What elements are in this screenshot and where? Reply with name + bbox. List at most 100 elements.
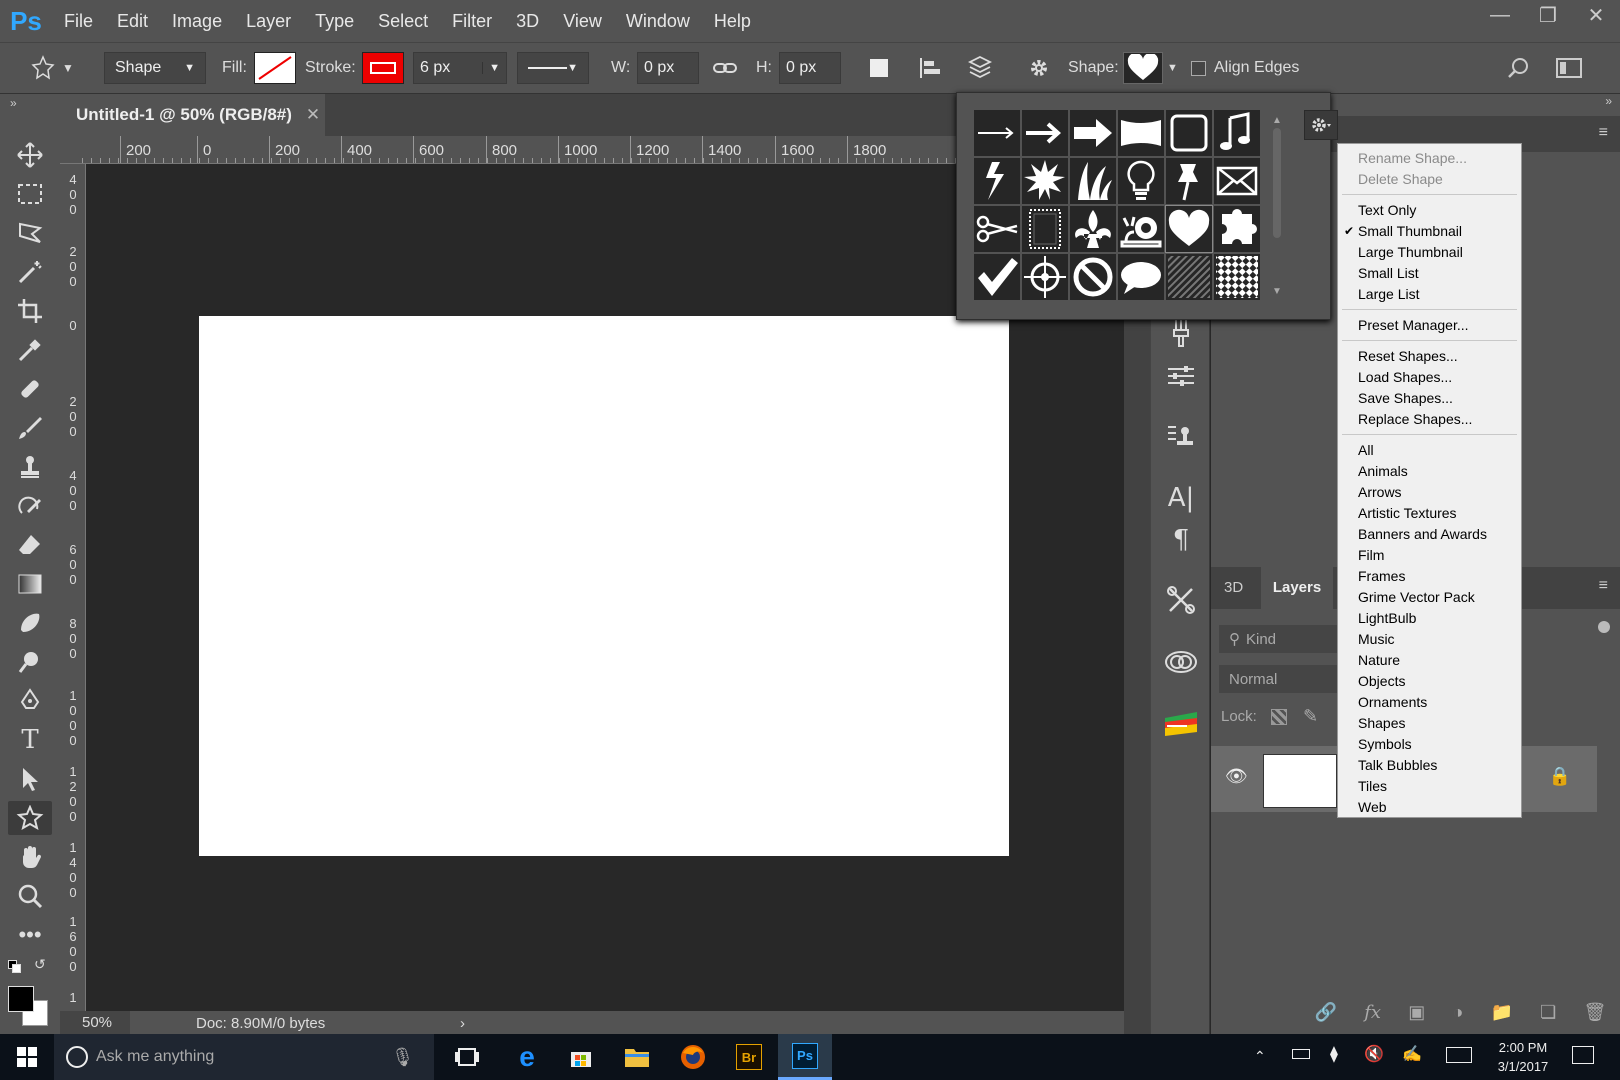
zoom-tool-icon[interactable]	[8, 879, 52, 913]
menu-item[interactable]: LightBulb	[1338, 608, 1521, 629]
libraries-icon[interactable]	[1161, 644, 1201, 680]
eraser-tool-icon[interactable]	[8, 528, 52, 562]
shape-cell[interactable]	[974, 158, 1020, 204]
menu-item[interactable]: Banners and Awards	[1338, 524, 1521, 545]
layer-filter-field[interactable]: ⚲ Kind	[1219, 625, 1337, 653]
menu-item[interactable]: Music	[1338, 629, 1521, 650]
brush-tool-icon[interactable]	[8, 411, 52, 445]
paragraph-panel-icon[interactable]: ¶	[1161, 522, 1201, 558]
shape-cell[interactable]	[974, 206, 1020, 252]
lock-transparent-icon[interactable]	[1271, 709, 1287, 725]
path-arrangement-icon[interactable]	[966, 52, 994, 84]
magic-wand-tool-icon[interactable]	[8, 255, 52, 289]
character-panel-icon[interactable]: A|	[1161, 480, 1201, 516]
shape-cell[interactable]	[1070, 110, 1116, 156]
eye-icon[interactable]: 👁	[1225, 766, 1248, 787]
menu-item[interactable]: Artistic Textures	[1338, 503, 1521, 524]
file-explorer-icon[interactable]	[610, 1034, 664, 1080]
menu-item[interactable]: Rename Shape...	[1338, 148, 1521, 169]
shape-cell[interactable]	[1166, 254, 1212, 300]
brush-settings-icon[interactable]	[1161, 582, 1201, 618]
document-canvas[interactable]	[199, 316, 1009, 856]
foreground-color-swatch[interactable]	[8, 986, 34, 1012]
path-selection-tool-icon[interactable]	[8, 762, 52, 796]
menu-item[interactable]: Delete Shape	[1338, 169, 1521, 190]
shape-cell[interactable]	[1070, 206, 1116, 252]
menu-item[interactable]: Frames	[1338, 566, 1521, 587]
menu-item[interactable]: Symbols	[1338, 734, 1521, 755]
shape-picker-button[interactable]	[1123, 52, 1163, 84]
menu-item[interactable]: Text Only	[1338, 200, 1521, 221]
menu-item[interactable]: Large Thumbnail	[1338, 242, 1521, 263]
menu-item[interactable]: ✔ Small Thumbnail	[1338, 221, 1521, 242]
shape-cell[interactable]	[1070, 158, 1116, 204]
chevron-right-icon[interactable]: ›	[460, 1015, 465, 1032]
type-tool-icon[interactable]: T	[8, 723, 52, 757]
minimize-button[interactable]: —	[1476, 0, 1524, 30]
tab-layers[interactable]: Layers	[1261, 567, 1333, 609]
clock[interactable]: 2:00 PM 3/1/2017	[1488, 1038, 1558, 1076]
width-field[interactable]: 0 px	[637, 52, 699, 84]
shape-cell[interactable]	[1166, 158, 1212, 204]
menu-item[interactable]: Small List	[1338, 263, 1521, 284]
collapse-icon[interactable]: »	[10, 96, 17, 110]
chevron-up-icon[interactable]: ⌃	[1254, 1048, 1266, 1065]
menu-image[interactable]: Image	[160, 0, 234, 42]
menu-item[interactable]: Preset Manager...	[1338, 315, 1521, 336]
picker-scrollbar[interactable]: ▲ ▼	[1271, 115, 1283, 297]
chevron-down-icon[interactable]: ▼	[1167, 52, 1178, 84]
shape-cell[interactable]	[1214, 206, 1260, 252]
keyboard-icon[interactable]	[1446, 1047, 1472, 1063]
adjustment-layer-icon[interactable]: ◑	[1452, 1002, 1463, 1023]
store-icon[interactable]	[554, 1034, 608, 1080]
menu-item[interactable]: Tiles	[1338, 776, 1521, 797]
stroke-swatch[interactable]	[362, 52, 404, 84]
menu-item[interactable]: Nature	[1338, 650, 1521, 671]
blend-mode-select[interactable]: Normal	[1219, 665, 1337, 693]
adjustments-icon[interactable]	[1161, 358, 1201, 394]
start-button[interactable]	[0, 1034, 54, 1080]
close-button[interactable]: ✕	[1572, 0, 1620, 30]
shape-cell[interactable]	[1165, 205, 1213, 253]
menu-item[interactable]: Save Shapes...	[1338, 388, 1521, 409]
bridge-icon[interactable]: Br	[722, 1034, 776, 1080]
menu-edit[interactable]: Edit	[105, 0, 160, 42]
shape-cell[interactable]	[1022, 206, 1068, 252]
default-colors-icon[interactable]	[8, 960, 22, 973]
panel-menu-icon[interactable]: ≡	[1599, 124, 1608, 142]
edge-browser-icon[interactable]: e	[500, 1034, 554, 1080]
battery-icon[interactable]	[1292, 1049, 1310, 1059]
marquee-tool-icon[interactable]	[8, 177, 52, 211]
shape-cell[interactable]	[1166, 110, 1212, 156]
swap-colors-icon[interactable]: ↺	[34, 956, 46, 973]
fill-swatch[interactable]	[254, 52, 296, 84]
shape-cell[interactable]	[1022, 158, 1068, 204]
fx-icon[interactable]: fx	[1364, 1002, 1381, 1023]
gradient-tool-icon[interactable]	[8, 567, 52, 601]
menu-select[interactable]: Select	[366, 0, 440, 42]
firefox-icon[interactable]	[666, 1034, 720, 1080]
tab-3d[interactable]: 3D	[1224, 579, 1243, 596]
menu-item[interactable]: Replace Shapes...	[1338, 409, 1521, 430]
custom-shape-tool-icon[interactable]	[8, 801, 52, 835]
healing-brush-tool-icon[interactable]	[8, 372, 52, 406]
align-edges-checkbox[interactable]: Align Edges	[1191, 52, 1299, 84]
picker-gear-button[interactable]	[1304, 110, 1338, 140]
menu-item[interactable]: Talk Bubbles	[1338, 755, 1521, 776]
menu-item[interactable]: Arrows	[1338, 482, 1521, 503]
cortana-search[interactable]: Ask me anything 🎙	[54, 1034, 434, 1080]
microphone-icon[interactable]: 🎙	[391, 1047, 414, 1068]
photoshop-taskbar-icon[interactable]: Ps	[778, 1034, 832, 1080]
close-tab-icon[interactable]: ✕	[306, 105, 320, 125]
search-icon[interactable]	[1506, 52, 1530, 84]
eyedropper-tool-icon[interactable]	[8, 333, 52, 367]
menu-help[interactable]: Help	[702, 0, 763, 42]
color-plugin-icon[interactable]	[1161, 706, 1201, 742]
mode-select[interactable]: Shape ▼	[104, 52, 206, 84]
new-layer-icon[interactable]: ❏	[1540, 1002, 1556, 1023]
document-tab[interactable]: Untitled-1 @ 50% (RGB/8#) ✕	[60, 94, 325, 136]
path-operations-icon[interactable]	[870, 52, 888, 84]
tool-preset-picker[interactable]: ▼	[30, 52, 74, 84]
menu-item[interactable]: Film	[1338, 545, 1521, 566]
more-tools-icon[interactable]: •••	[8, 918, 52, 952]
